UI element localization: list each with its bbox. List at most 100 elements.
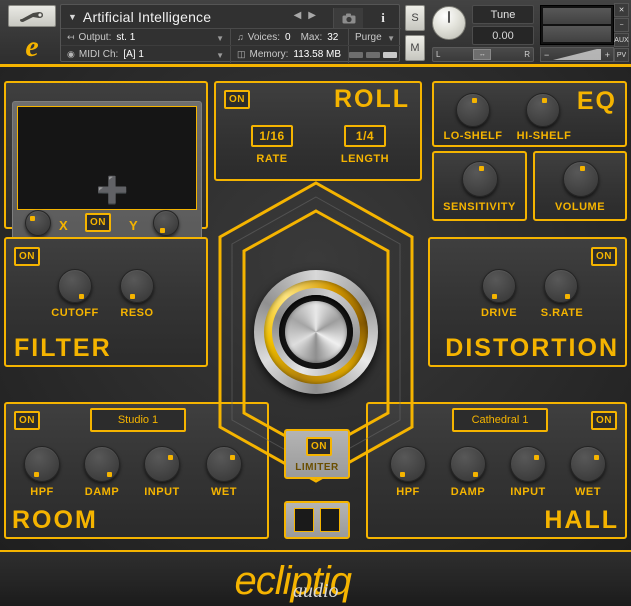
max-value: 32 bbox=[327, 31, 339, 43]
limiter-on-button[interactable]: ON bbox=[306, 437, 332, 456]
ecliptiq-e-logo: e bbox=[25, 30, 39, 63]
limiter-panel: ON LIMITER bbox=[284, 429, 350, 479]
xy-x-label: X bbox=[59, 218, 69, 233]
distortion-drive-knob[interactable] bbox=[482, 269, 516, 303]
sensitivity-panel: SENSITIVITY bbox=[432, 151, 527, 221]
purge-label: Purge bbox=[355, 31, 382, 43]
hall-preset-selector[interactable]: Cathedral 1 bbox=[452, 408, 548, 432]
macro-knob-inner-bezel bbox=[279, 295, 353, 369]
eq-lo-shelf-label: LO-SHELF bbox=[443, 130, 503, 142]
chevron-down-icon[interactable]: ▼ bbox=[216, 34, 224, 43]
close-icon[interactable]: ✕ bbox=[614, 3, 629, 17]
plugin-window: e ▼ Artificial Intelligence ◀▶ i ↤ Outpu… bbox=[0, 0, 631, 606]
filter-panel: ON CUTOFF RESO FILTER bbox=[4, 237, 208, 367]
pv-button[interactable]: PV bbox=[614, 48, 629, 62]
distortion-srate-knob[interactable] bbox=[544, 269, 578, 303]
camera-icon[interactable] bbox=[333, 8, 363, 28]
hall-damp-knob[interactable] bbox=[450, 446, 486, 482]
volume-wedge-icon bbox=[553, 49, 601, 60]
tune-value[interactable]: 0.00 bbox=[472, 26, 534, 45]
hall-on-button[interactable]: ON bbox=[591, 411, 617, 430]
tune-knob[interactable] bbox=[432, 6, 466, 40]
hall-wet-knob[interactable] bbox=[570, 446, 606, 482]
volume-slider[interactable]: − + bbox=[540, 47, 614, 62]
output-selector[interactable]: ↤ Output: st. 1 ▼ bbox=[61, 29, 231, 45]
room-preset-selector[interactable]: Studio 1 bbox=[90, 408, 186, 432]
volume-label: VOLUME bbox=[554, 201, 606, 213]
aux-button[interactable]: AUX bbox=[614, 33, 629, 47]
room-input-knob[interactable] bbox=[144, 446, 180, 482]
filter-reso-label: RESO bbox=[120, 307, 154, 319]
mute-button[interactable]: M bbox=[405, 35, 425, 61]
distortion-drive-label: DRIVE bbox=[480, 307, 518, 319]
purge-menu[interactable]: Purge ▼ bbox=[349, 29, 401, 45]
roll-rate-value[interactable]: 1/16 bbox=[251, 125, 293, 147]
pan-slider[interactable]: L ↔ R bbox=[432, 47, 534, 62]
distortion-srate-label: S.RATE bbox=[540, 307, 584, 319]
room-damp-knob[interactable] bbox=[84, 446, 120, 482]
filter-reso-knob[interactable] bbox=[120, 269, 154, 303]
brand-sublogo: audio bbox=[292, 579, 339, 602]
instrument-title: Artificial Intelligence bbox=[82, 8, 212, 25]
hall-section-title: HALL bbox=[544, 506, 619, 534]
tune-label: Tune bbox=[472, 5, 534, 24]
chevron-down-icon[interactable]: ▼ bbox=[68, 12, 77, 22]
midi-channel-selector[interactable]: ◉ MIDI Ch: [A] 1 ▼ bbox=[61, 46, 231, 63]
output-value: st. 1 bbox=[116, 31, 136, 43]
limiter-meter-right bbox=[320, 508, 340, 532]
voices-value: 0 bbox=[285, 31, 291, 43]
filter-on-button[interactable]: ON bbox=[14, 247, 40, 266]
output-voices-row: ↤ Output: st. 1 ▼ ♫ Voices: 0 Max: 32 Pu… bbox=[61, 29, 401, 46]
macro-knob[interactable] bbox=[254, 270, 378, 394]
volume-minus-label: − bbox=[544, 49, 550, 60]
memory-icon: ◫ bbox=[237, 49, 246, 59]
pan-center-handle[interactable]: ↔ bbox=[473, 49, 492, 60]
xy-pad-panel: ➕ X ON Y bbox=[4, 81, 208, 241]
eq-lo-shelf-knob[interactable] bbox=[456, 93, 490, 127]
voices-readout: ♫ Voices: 0 Max: 32 bbox=[231, 29, 349, 45]
eq-panel: EQ LO-SHELF HI-SHELF bbox=[432, 81, 627, 147]
roll-length-label: LENGTH bbox=[340, 153, 390, 165]
solo-button[interactable]: S bbox=[405, 5, 425, 31]
preset-nav-arrows[interactable]: ◀▶ bbox=[294, 10, 323, 21]
hall-input-knob[interactable] bbox=[510, 446, 546, 482]
wrench-icon[interactable] bbox=[8, 5, 56, 27]
xy-controls-row: X ON Y bbox=[13, 208, 201, 238]
eq-hi-shelf-label: HI-SHELF bbox=[516, 130, 572, 142]
eq-hi-shelf-knob[interactable] bbox=[526, 93, 560, 127]
sensitivity-knob[interactable] bbox=[462, 161, 498, 197]
limiter-label: LIMITER bbox=[295, 462, 339, 473]
chevron-down-icon[interactable]: ▼ bbox=[387, 34, 395, 43]
filter-cutoff-knob[interactable] bbox=[58, 269, 92, 303]
note-icon: ♫ bbox=[237, 32, 244, 42]
room-on-button[interactable]: ON bbox=[14, 411, 40, 430]
roll-on-button[interactable]: ON bbox=[224, 90, 250, 109]
roll-section-title: ROLL bbox=[333, 85, 410, 113]
info-icon[interactable]: i bbox=[369, 8, 397, 28]
distortion-on-button[interactable]: ON bbox=[591, 247, 617, 266]
midi-value: [A] 1 bbox=[123, 49, 144, 60]
xy-pad-surface[interactable]: ➕ bbox=[17, 106, 197, 210]
memory-label: Memory: bbox=[249, 49, 289, 60]
chevron-down-icon[interactable]: ▼ bbox=[216, 51, 224, 60]
xy-on-button[interactable]: ON bbox=[85, 213, 111, 232]
eq-section-title: EQ bbox=[576, 87, 617, 115]
roll-rate-label: RATE bbox=[256, 153, 288, 165]
roll-length-value[interactable]: 1/4 bbox=[344, 125, 386, 147]
output-level-meters bbox=[540, 5, 614, 45]
xy-y-label: Y bbox=[129, 218, 139, 233]
minimize-icon[interactable]: − bbox=[614, 18, 629, 32]
volume-knob[interactable] bbox=[563, 161, 599, 197]
macro-knob-gold-ring bbox=[264, 280, 368, 384]
crosshair-cursor-icon[interactable]: ➕ bbox=[96, 177, 128, 203]
room-hpf-knob[interactable] bbox=[24, 446, 60, 482]
xy-x-knob[interactable] bbox=[25, 210, 51, 236]
volume-plus-label: + bbox=[604, 49, 610, 60]
xy-y-knob[interactable] bbox=[153, 210, 179, 236]
memory-value: 113.58 MB bbox=[293, 49, 342, 60]
purge-level-bars bbox=[349, 46, 401, 63]
hall-wet-label: WET bbox=[575, 486, 601, 498]
voices-label: Voices: bbox=[247, 31, 280, 43]
output-label: Output: bbox=[78, 31, 112, 43]
xy-pad-housing: ➕ X ON Y bbox=[12, 101, 202, 241]
